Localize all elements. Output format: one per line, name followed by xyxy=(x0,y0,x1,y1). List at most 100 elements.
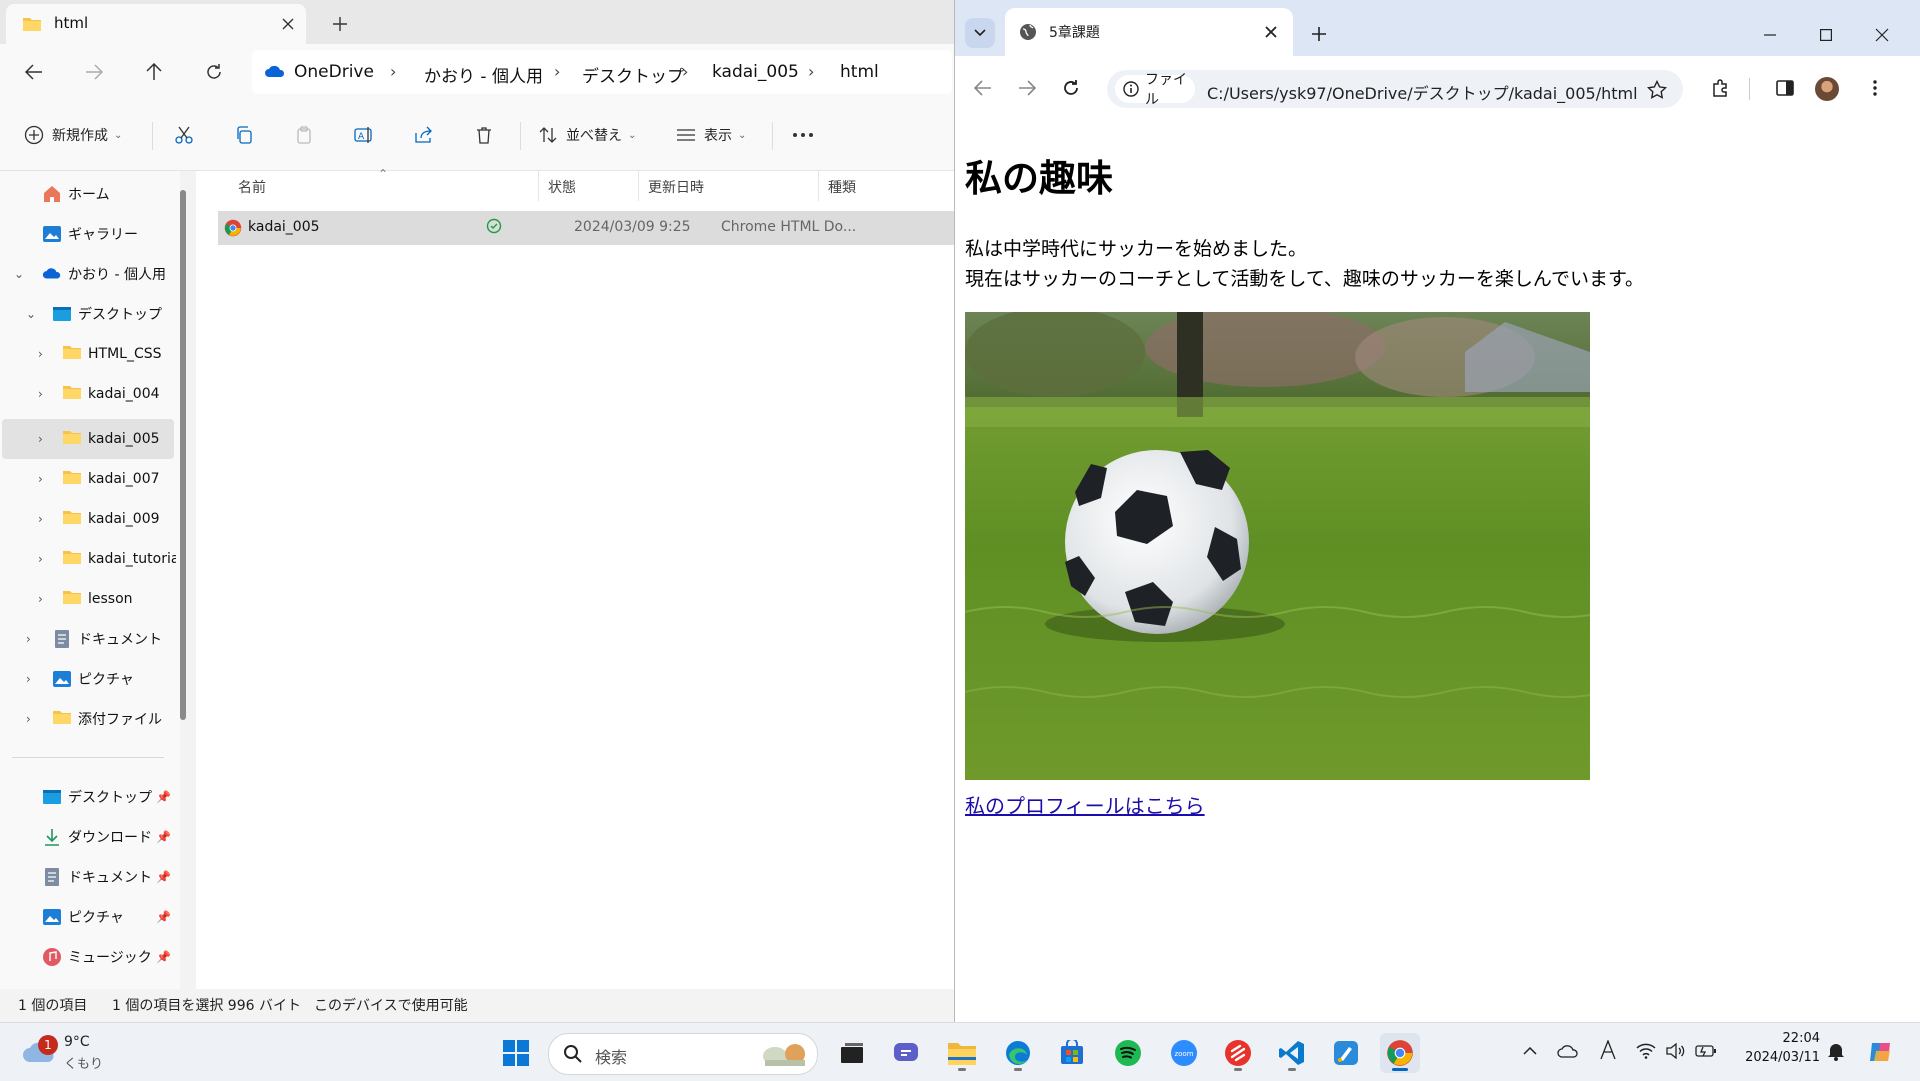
chevron-right-icon[interactable]: › xyxy=(38,592,52,606)
chevron-right-icon[interactable]: › xyxy=(26,632,40,646)
taskbar-zoom[interactable]: zoom xyxy=(1164,1033,1204,1073)
sidebar-item-onedrive[interactable]: ⌄ かおり - 個人用 xyxy=(0,256,172,292)
delete-button[interactable] xyxy=(474,118,502,152)
new-tab-button[interactable] xyxy=(1307,22,1331,46)
taskbar-chat[interactable] xyxy=(886,1033,926,1073)
copy-button[interactable] xyxy=(234,118,262,152)
chevron-right-icon[interactable]: › xyxy=(26,672,40,686)
share-button[interactable] xyxy=(414,118,442,152)
taskbar-file-explorer[interactable] xyxy=(942,1033,982,1073)
volume-icon[interactable] xyxy=(1664,1039,1688,1063)
sidebar-item-desktop[interactable]: ⌄ デスクトップ xyxy=(0,296,172,332)
chevron-right-icon[interactable]: › xyxy=(38,347,52,361)
quick-access-documents[interactable]: ドキュメント 📌 xyxy=(0,859,176,895)
taskbar-chrome[interactable] xyxy=(1380,1033,1420,1073)
copilot-icon[interactable] xyxy=(1864,1035,1898,1069)
wifi-icon[interactable] xyxy=(1634,1039,1658,1063)
taskbar-spotify[interactable] xyxy=(1108,1033,1148,1073)
rename-button[interactable]: A xyxy=(354,118,382,152)
chevron-right-icon[interactable]: › xyxy=(38,552,52,566)
chevron-down-icon[interactable]: ⌄ xyxy=(26,307,40,321)
quick-access-desktop[interactable]: デスクトップ 📌 xyxy=(0,779,176,815)
breadcrumb-item[interactable]: デスクトップ xyxy=(582,62,684,87)
column-header-status[interactable]: 状態 xyxy=(548,177,576,197)
up-button[interactable] xyxy=(134,52,174,92)
pin-icon[interactable]: 📌 xyxy=(156,910,171,924)
back-button[interactable] xyxy=(967,72,999,104)
chevron-right-icon[interactable]: › xyxy=(38,432,52,446)
sidebar-item-documents[interactable]: › ドキュメント xyxy=(0,621,172,657)
onedrive-tray-icon[interactable] xyxy=(1556,1039,1580,1063)
notification-bell-icon[interactable] xyxy=(1824,1039,1848,1063)
profile-link[interactable]: 私のプロフィールはこちら xyxy=(965,790,1205,819)
sidebar-item-kadai-007[interactable]: › kadai_007 xyxy=(0,461,172,497)
cut-button[interactable] xyxy=(174,118,202,152)
sort-button[interactable]: 並べ替え ⌄ xyxy=(538,118,636,152)
forward-button[interactable] xyxy=(1011,72,1043,104)
chrome-menu-button[interactable] xyxy=(1859,72,1891,104)
taskbar-vscode[interactable] xyxy=(1272,1033,1312,1073)
chevron-right-icon[interactable]: › xyxy=(26,712,40,726)
taskbar-red-app[interactable] xyxy=(1218,1033,1258,1073)
chevron-down-icon[interactable]: ⌄ xyxy=(14,267,28,281)
taskbar-paint-app[interactable] xyxy=(1326,1033,1366,1073)
chevron-right-icon[interactable]: › xyxy=(38,512,52,526)
column-divider[interactable] xyxy=(818,171,819,201)
avatar[interactable] xyxy=(1815,77,1839,101)
column-header-name[interactable]: 名前 xyxy=(238,177,266,197)
taskbar-store[interactable] xyxy=(1052,1033,1092,1073)
breadcrumb-separator-icon[interactable]: › xyxy=(682,62,688,81)
quick-access-music[interactable]: ミュージック 📌 xyxy=(0,939,176,975)
breadcrumb-separator-icon[interactable]: › xyxy=(390,62,396,81)
pin-icon[interactable]: 📌 xyxy=(156,790,171,804)
maximize-button[interactable] xyxy=(1811,20,1841,50)
breadcrumb-item[interactable]: html xyxy=(840,62,879,82)
new-tab-button[interactable] xyxy=(326,10,354,38)
pin-icon[interactable]: 📌 xyxy=(156,950,171,964)
column-header-modified[interactable]: 更新日時 xyxy=(648,177,704,197)
clock[interactable]: 22:04 2024/03/11 xyxy=(1730,1031,1820,1073)
paste-button[interactable] xyxy=(294,118,322,152)
sidebar-item-kadai-005[interactable]: › kadai_005 xyxy=(0,421,172,457)
sidebar-item-attachments[interactable]: › 添付ファイル xyxy=(0,701,172,737)
reload-button[interactable] xyxy=(1055,72,1087,104)
taskbar-edge[interactable] xyxy=(998,1033,1038,1073)
battery-icon[interactable] xyxy=(1694,1039,1718,1063)
breadcrumb[interactable]: OneDrive › かおり - 個人用 › デスクトップ › kadai_00… xyxy=(252,50,952,94)
taskbar-search[interactable]: 検索 xyxy=(548,1033,818,1075)
sidebar-item-gallery[interactable]: ギャラリー xyxy=(0,216,172,252)
quick-access-downloads[interactable]: ダウンロード 📌 xyxy=(0,819,176,855)
site-info-chip[interactable]: ファイル xyxy=(1115,72,1195,108)
refresh-button[interactable] xyxy=(194,52,234,92)
minimize-button[interactable] xyxy=(1755,20,1785,50)
pin-icon[interactable]: 📌 xyxy=(156,870,171,884)
weather-widget[interactable]: 1 9°C くもり xyxy=(20,1033,130,1073)
breadcrumb-item[interactable]: かおり - 個人用 xyxy=(424,62,543,87)
sidebar-item-kadai-tutoria[interactable]: › kadai_tutoria xyxy=(0,541,176,577)
url-text[interactable]: C:/Users/ysk97/OneDrive/デスクトップ/kadai_005… xyxy=(1207,80,1637,104)
chevron-right-icon[interactable]: › xyxy=(38,387,52,401)
tab-search-button[interactable] xyxy=(965,18,995,48)
explorer-tab[interactable]: html xyxy=(6,4,306,44)
new-button[interactable]: 新規作成 ⌄ xyxy=(24,118,122,152)
column-divider[interactable] xyxy=(538,171,539,201)
side-panel-button[interactable] xyxy=(1769,72,1801,104)
view-button[interactable]: 表示 ⌄ xyxy=(676,118,746,152)
breadcrumb-item[interactable]: kadai_005 xyxy=(712,62,799,82)
breadcrumb-separator-icon[interactable]: › xyxy=(554,62,560,81)
close-tab-icon[interactable] xyxy=(276,12,300,36)
navigation-scrollbar[interactable] xyxy=(180,190,186,720)
column-divider[interactable] xyxy=(638,171,639,201)
more-options-button[interactable] xyxy=(792,118,822,152)
table-row[interactable]: kadai_005 2024/03/09 9:25 Chrome HTML Do… xyxy=(218,211,954,245)
close-tab-icon[interactable] xyxy=(1261,22,1281,42)
sidebar-item-kadai-009[interactable]: › kadai_009 xyxy=(0,501,172,537)
breadcrumb-item[interactable]: OneDrive xyxy=(294,62,374,82)
quick-access-pictures[interactable]: ピクチャ 📌 xyxy=(0,899,176,935)
back-button[interactable] xyxy=(14,52,54,92)
breadcrumb-separator-icon[interactable]: › xyxy=(808,62,814,81)
forward-button[interactable] xyxy=(74,52,114,92)
start-button[interactable] xyxy=(496,1033,536,1073)
task-view-button[interactable] xyxy=(832,1033,872,1073)
column-header-type[interactable]: 種類 xyxy=(828,177,856,197)
